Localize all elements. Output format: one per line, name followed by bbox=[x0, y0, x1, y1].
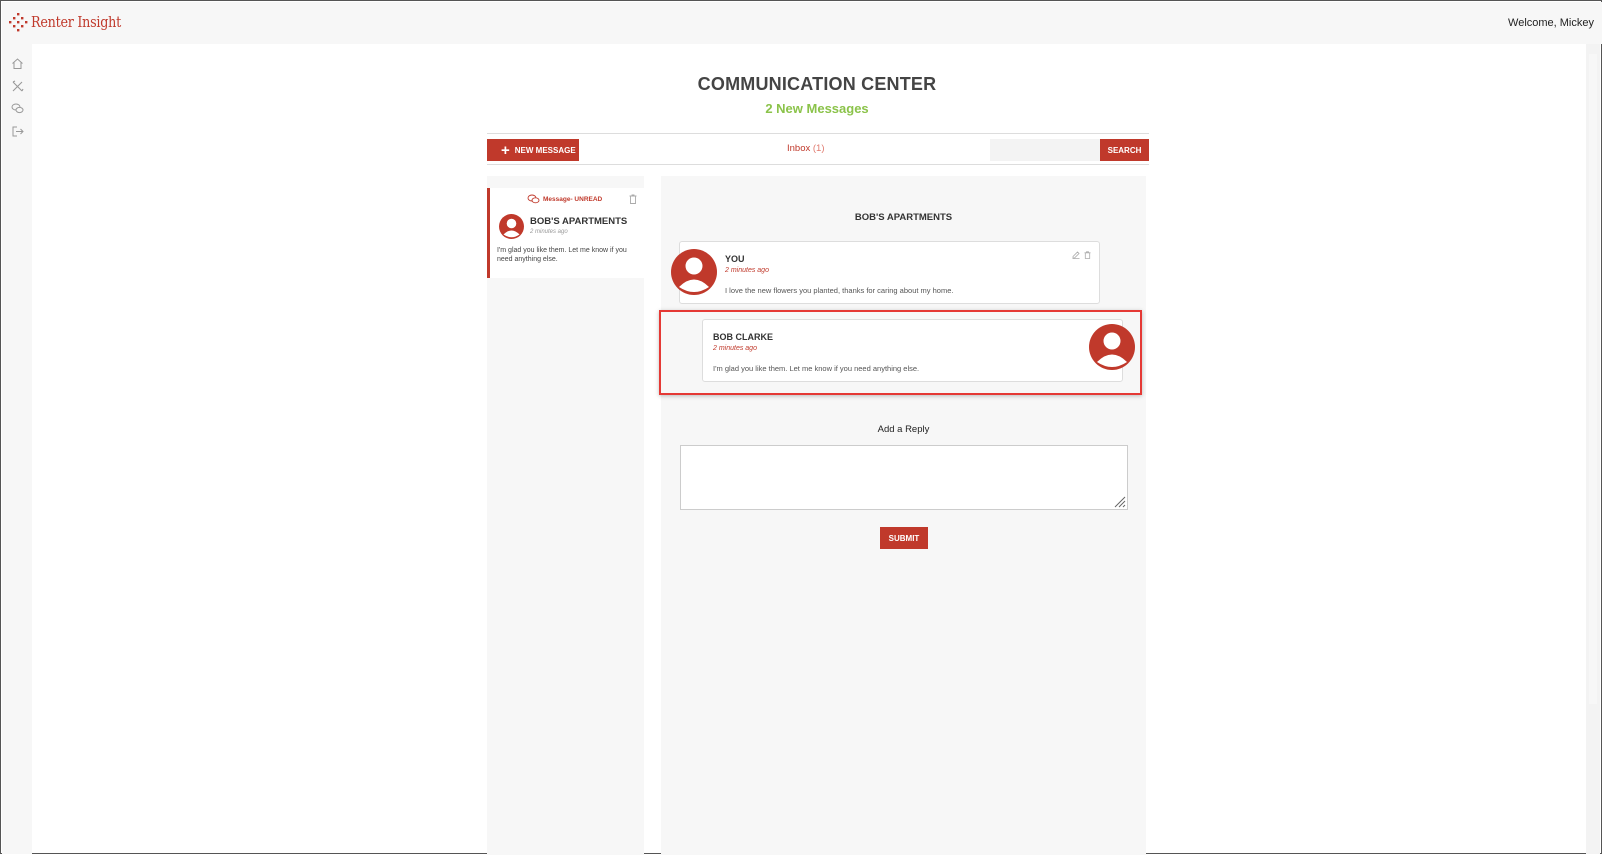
trash-icon[interactable] bbox=[1084, 251, 1091, 259]
logo-mark-icon bbox=[9, 13, 28, 32]
reply-label: Add a Reply bbox=[877, 424, 930, 435]
message-status-label: Message- UNREAD bbox=[543, 195, 603, 203]
new-message-label: NEW MESSAGE bbox=[514, 145, 576, 155]
avatar-icon bbox=[499, 214, 524, 239]
new-messages-count: 2 New Messages bbox=[765, 101, 869, 116]
home-icon[interactable] bbox=[11, 57, 24, 70]
chat-icon bbox=[527, 194, 540, 204]
list-item[interactable]: Message- UNREAD BOB'S APARTMENTS 2 minut… bbox=[487, 188, 644, 278]
conversation-title: BOB'S APARTMENTS bbox=[854, 212, 953, 223]
message-list: Message- UNREAD BOB'S APARTMENTS 2 minut… bbox=[487, 176, 644, 855]
reply-textarea[interactable] bbox=[680, 445, 1128, 510]
edit-icon[interactable] bbox=[1072, 251, 1080, 259]
message-bubble-bob-clarke: BOB CLARKE 2 minutes ago I'm glad you li… bbox=[702, 319, 1123, 382]
resize-handle-icon[interactable] bbox=[1113, 495, 1126, 508]
logo[interactable]: Renter Insight bbox=[8, 12, 137, 32]
trash-icon[interactable] bbox=[629, 194, 637, 204]
top-bar: Renter Insight Welcome, Mickey bbox=[2, 2, 1602, 44]
message-time: 2 minutes ago bbox=[530, 229, 568, 235]
avatar-icon bbox=[1089, 324, 1135, 370]
message-text: I'm glad you like them. Let me know if y… bbox=[713, 364, 920, 373]
logout-icon[interactable] bbox=[11, 125, 24, 138]
inbox-tab[interactable]: Inbox (1) bbox=[787, 143, 825, 154]
app-window: Renter Insight Welcome, Mickey COMMUNICA… bbox=[0, 0, 1602, 855]
search-input[interactable] bbox=[990, 139, 1100, 161]
inbox-label: Inbox bbox=[787, 143, 811, 154]
plus-icon: + bbox=[501, 141, 510, 159]
logo-text: Renter Insight bbox=[31, 13, 121, 31]
sidebar bbox=[2, 44, 32, 854]
message-bubble-you: YOU 2 minutes ago I love the new flowers… bbox=[679, 241, 1100, 304]
search-button[interactable]: SEARCH bbox=[1100, 139, 1149, 161]
message-author: BOB CLARKE bbox=[713, 332, 773, 342]
page-title: COMMUNICATION CENTER bbox=[697, 74, 937, 94]
message-sender: BOB'S APARTMENTS bbox=[530, 216, 628, 227]
message-time: 2 minutes ago bbox=[725, 267, 769, 274]
message-preview: I'm glad you like them. Let me know if y… bbox=[497, 247, 627, 264]
message-actions bbox=[1072, 251, 1091, 259]
new-message-button[interactable]: + NEW MESSAGE bbox=[487, 139, 579, 161]
conversation-panel: BOB'S APARTMENTS YOU 2 minutes ago I lov… bbox=[659, 176, 1146, 855]
message-text: I love the new flowers you planted, than… bbox=[725, 286, 954, 295]
message-author: YOU bbox=[725, 254, 745, 264]
message-time: 2 minutes ago bbox=[713, 345, 757, 352]
toolbar: + NEW MESSAGE Inbox (1) SEARCH bbox=[487, 133, 1149, 165]
inbox-count: (1) bbox=[812, 143, 825, 154]
scrollbar[interactable] bbox=[1586, 44, 1600, 854]
avatar-icon bbox=[671, 249, 717, 295]
welcome-text: Welcome, Mickey bbox=[1508, 17, 1594, 29]
submit-button[interactable]: SUBMIT bbox=[880, 527, 928, 549]
message-status: Message- UNREAD bbox=[527, 194, 602, 204]
scrollbar-thumb[interactable] bbox=[1589, 54, 1597, 704]
